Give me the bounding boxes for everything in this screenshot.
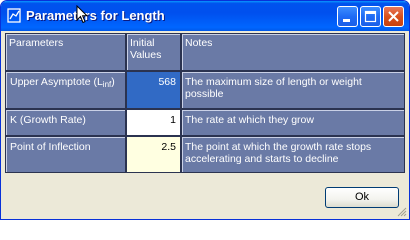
row-label-upper-asymptote: Upper Asymptote (Linf) — [5, 71, 126, 109]
row-label-upper-asymptote-sub: inf — [102, 80, 112, 89]
minimize-icon — [343, 19, 350, 22]
growth-rate-note: The rate at which they grow — [181, 109, 405, 136]
ok-button[interactable]: Ok — [325, 187, 399, 208]
window-title: Parameters for Length — [26, 8, 165, 23]
point-of-inflection-value: 2.5 — [161, 141, 176, 153]
maximize-icon — [364, 10, 377, 23]
row-label-upper-asymptote-end: ) — [111, 76, 115, 88]
close-button[interactable] — [383, 6, 404, 27]
row-label-upper-asymptote-main: Upper Asymptote (L — [10, 76, 103, 88]
header-notes-label: Notes — [185, 37, 213, 49]
header-initial-values-line1: Initial — [130, 37, 155, 49]
row-label-point-of-inflection: Point of Inflection — [5, 136, 126, 173]
row-label-growth-rate: K (Growth Rate) — [5, 109, 126, 136]
growth-rate-value-cell[interactable]: 1 — [126, 109, 181, 136]
upper-asymptote-note-text: The maximum size of length or weight pos… — [185, 76, 362, 100]
dialog-window: Parameters for Length Parameters Initial… — [0, 0, 410, 220]
header-initial-values[interactable]: Initial Values — [126, 33, 181, 71]
header-notes[interactable]: Notes — [181, 33, 405, 71]
upper-asymptote-note: The maximum size of length or weight pos… — [181, 71, 405, 109]
growth-rate-value: 1 — [170, 114, 176, 126]
close-icon — [388, 11, 399, 22]
app-icon — [7, 8, 21, 23]
header-initial-values-line2: Values — [130, 49, 162, 61]
resize-grip-icon[interactable] — [395, 205, 407, 217]
point-of-inflection-note-text: The point at which the growth rate stops… — [185, 141, 372, 165]
maximize-button[interactable] — [360, 6, 381, 27]
growth-rate-note-text: The rate at which they grow — [185, 114, 314, 126]
ok-button-label: Ok — [354, 191, 370, 203]
minimize-button[interactable] — [337, 6, 358, 27]
row-label-growth-rate-text: K (Growth Rate) — [10, 114, 86, 126]
header-parameters[interactable]: Parameters — [5, 33, 126, 71]
row-label-point-of-inflection-text: Point of Inflection — [10, 141, 91, 153]
mouse-cursor-icon — [76, 5, 89, 24]
upper-asymptote-value: 568 — [158, 76, 176, 88]
point-of-inflection-value-cell[interactable]: 2.5 — [126, 136, 181, 173]
parameters-grid: Parameters Initial Values Notes Upper As… — [5, 33, 405, 173]
title-bar[interactable]: Parameters for Length — [1, 1, 409, 31]
header-parameters-label: Parameters — [9, 37, 64, 49]
point-of-inflection-note: The point at which the growth rate stops… — [181, 136, 405, 173]
upper-asymptote-value-cell[interactable]: 568 — [126, 71, 181, 109]
